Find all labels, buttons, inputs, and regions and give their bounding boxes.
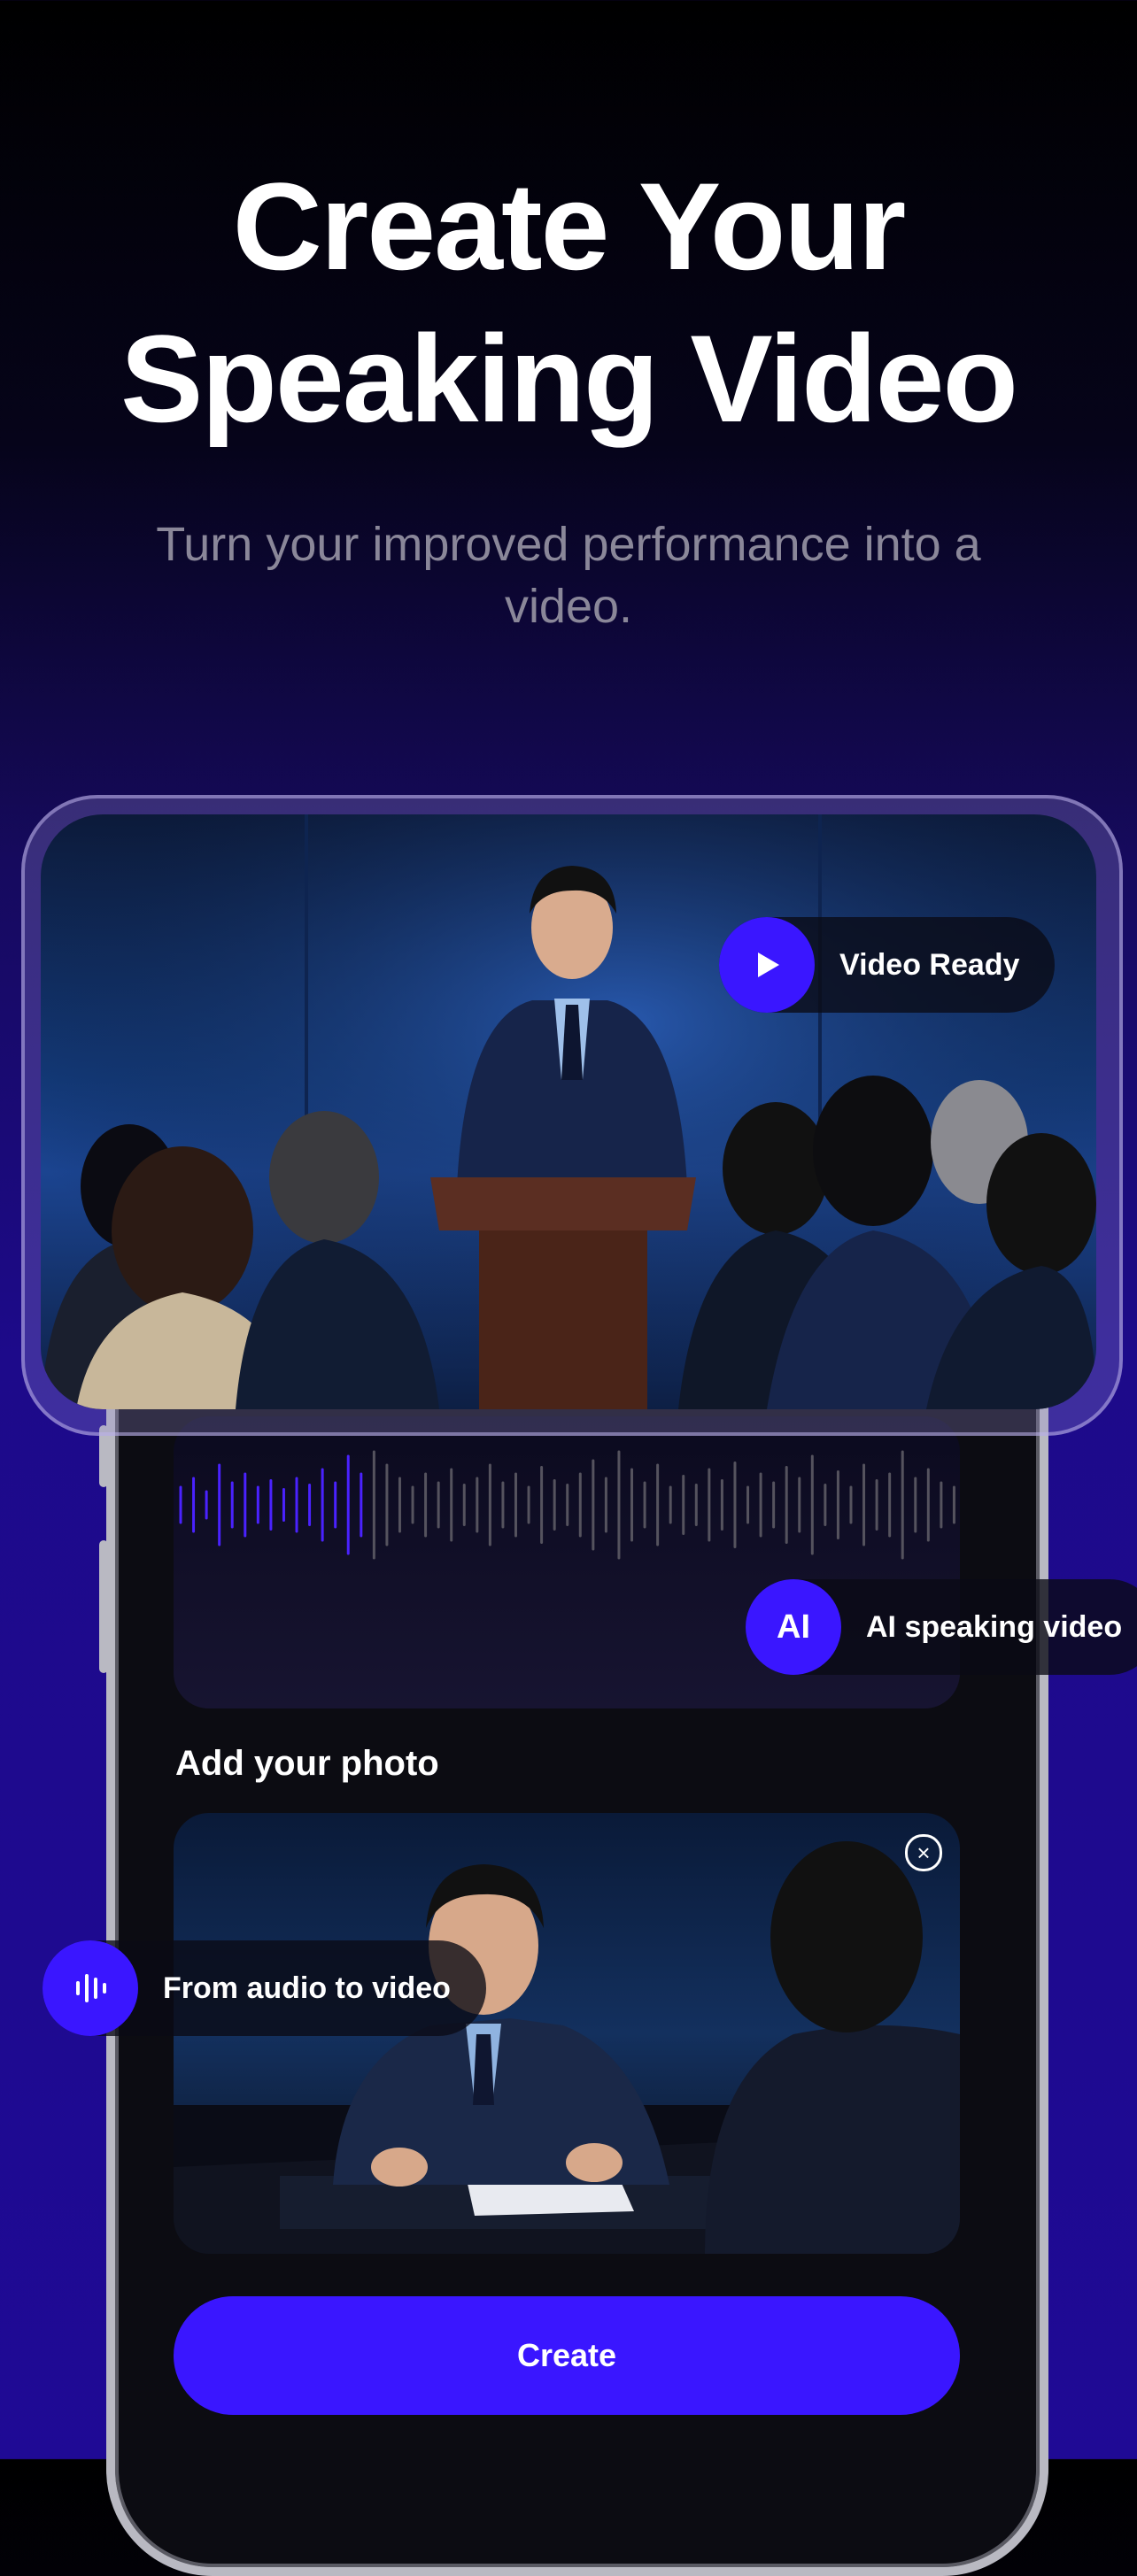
- play-button[interactable]: [719, 917, 815, 1013]
- audio-bars-icon: [76, 1974, 106, 2002]
- ai-video-label: AI speaking video: [866, 1609, 1123, 1644]
- subtitle: Turn your improved performance into a vi…: [156, 518, 981, 633]
- audio-waveform: [179, 1450, 955, 1560]
- video-ready-badge: Video Ready: [719, 917, 1056, 1013]
- audio-icon-circle: [43, 1940, 138, 2036]
- audio-to-video-badge: From audio to video: [43, 1940, 486, 2036]
- video-preview[interactable]: [41, 814, 1096, 1409]
- video-illustration: [41, 814, 1096, 1409]
- add-photo-title: Add your photo: [175, 1744, 439, 1783]
- create-button[interactable]: Create: [174, 2296, 960, 2415]
- headline: Create Your Speaking Video: [120, 157, 1018, 448]
- remove-photo-button[interactable]: ×: [905, 1834, 942, 1871]
- video-ready-label: Video Ready: [839, 947, 1020, 982]
- ai-icon: AI: [746, 1579, 841, 1675]
- audio-to-video-label: From audio to video: [163, 1971, 451, 2005]
- ai-video-badge: AI AI speaking video: [746, 1579, 1137, 1675]
- play-icon: [758, 953, 779, 977]
- close-icon: ×: [917, 1839, 931, 1866]
